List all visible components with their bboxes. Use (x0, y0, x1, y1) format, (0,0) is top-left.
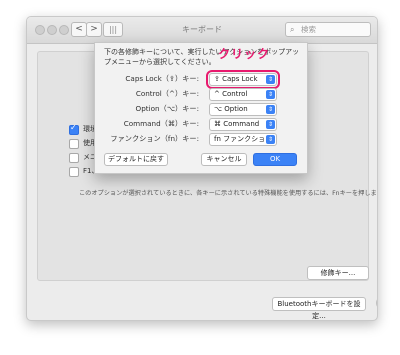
command-label: Command（⌘）キー: (123, 119, 199, 128)
checkbox-2[interactable] (69, 139, 79, 149)
cancel-button[interactable]: キャンセル (201, 153, 247, 166)
search-field[interactable]: ⌕ 検索 (285, 22, 371, 37)
help-button[interactable]: ? (376, 296, 377, 310)
caps-lock-popup[interactable]: ⇪ Caps Lock ⇕ (206, 70, 280, 89)
caps-lock-label: Caps Lock（⇪）キー: (125, 74, 199, 83)
search-placeholder: 検索 (301, 25, 316, 34)
command-popup-value: ⌘ Command (214, 120, 260, 128)
chevron-up-down-icon: ⇕ (266, 90, 275, 99)
ok-button[interactable]: OK (253, 153, 297, 166)
option-label: Option（⌥）キー: (135, 104, 199, 113)
caps-lock-popup-value: ⇪ Caps Lock (214, 75, 258, 83)
checkbox-3[interactable] (69, 153, 79, 163)
chevron-up-down-icon: ⇕ (266, 135, 275, 144)
checkbox-1[interactable] (69, 123, 79, 135)
chevron-up-down-icon: ⇕ (266, 75, 275, 84)
checkbox-4[interactable] (69, 167, 79, 177)
chevron-up-down-icon: ⇕ (266, 105, 275, 114)
sheet-instruction: 下の各修飾キーについて、実行したいアクションをポップアップメニューから選択してく… (104, 48, 300, 66)
control-popup[interactable]: ^ Control ⇕ (209, 88, 277, 101)
modifier-keys-button[interactable]: 修飾キー... (307, 266, 369, 280)
control-popup-value: ^ Control (214, 90, 248, 98)
click-callout: クリック (218, 47, 271, 61)
restore-defaults-button[interactable]: デフォルトに戻す (104, 153, 168, 166)
fn-key-note: このオプションが選択されているときに、各キーに示されている特殊機能を使用するには… (79, 190, 378, 197)
function-label: ファンクション（fn）キー: (110, 134, 199, 143)
command-popup[interactable]: ⌘ Command ⇕ (209, 118, 277, 131)
modifier-keys-sheet: 下の各修飾キーについて、実行したいアクションをポップアップメニューから選択してく… (94, 42, 308, 174)
option-popup[interactable]: ⌥ Option ⇕ (209, 103, 277, 116)
chevron-up-down-icon: ⇕ (266, 120, 275, 129)
function-popup-value: fn ファンクション (214, 135, 273, 143)
option-popup-value: ⌥ Option (214, 105, 248, 113)
control-label: Control（^）キー: (135, 89, 199, 98)
title-bar: < > ||| キーボード ⌕ 検索 (27, 17, 377, 44)
bluetooth-keyboard-button[interactable]: Bluetoothキーボードを設定... (272, 297, 366, 320)
function-popup[interactable]: fn ファンクション ⇕ (209, 133, 277, 146)
search-icon: ⌕ (290, 25, 295, 34)
